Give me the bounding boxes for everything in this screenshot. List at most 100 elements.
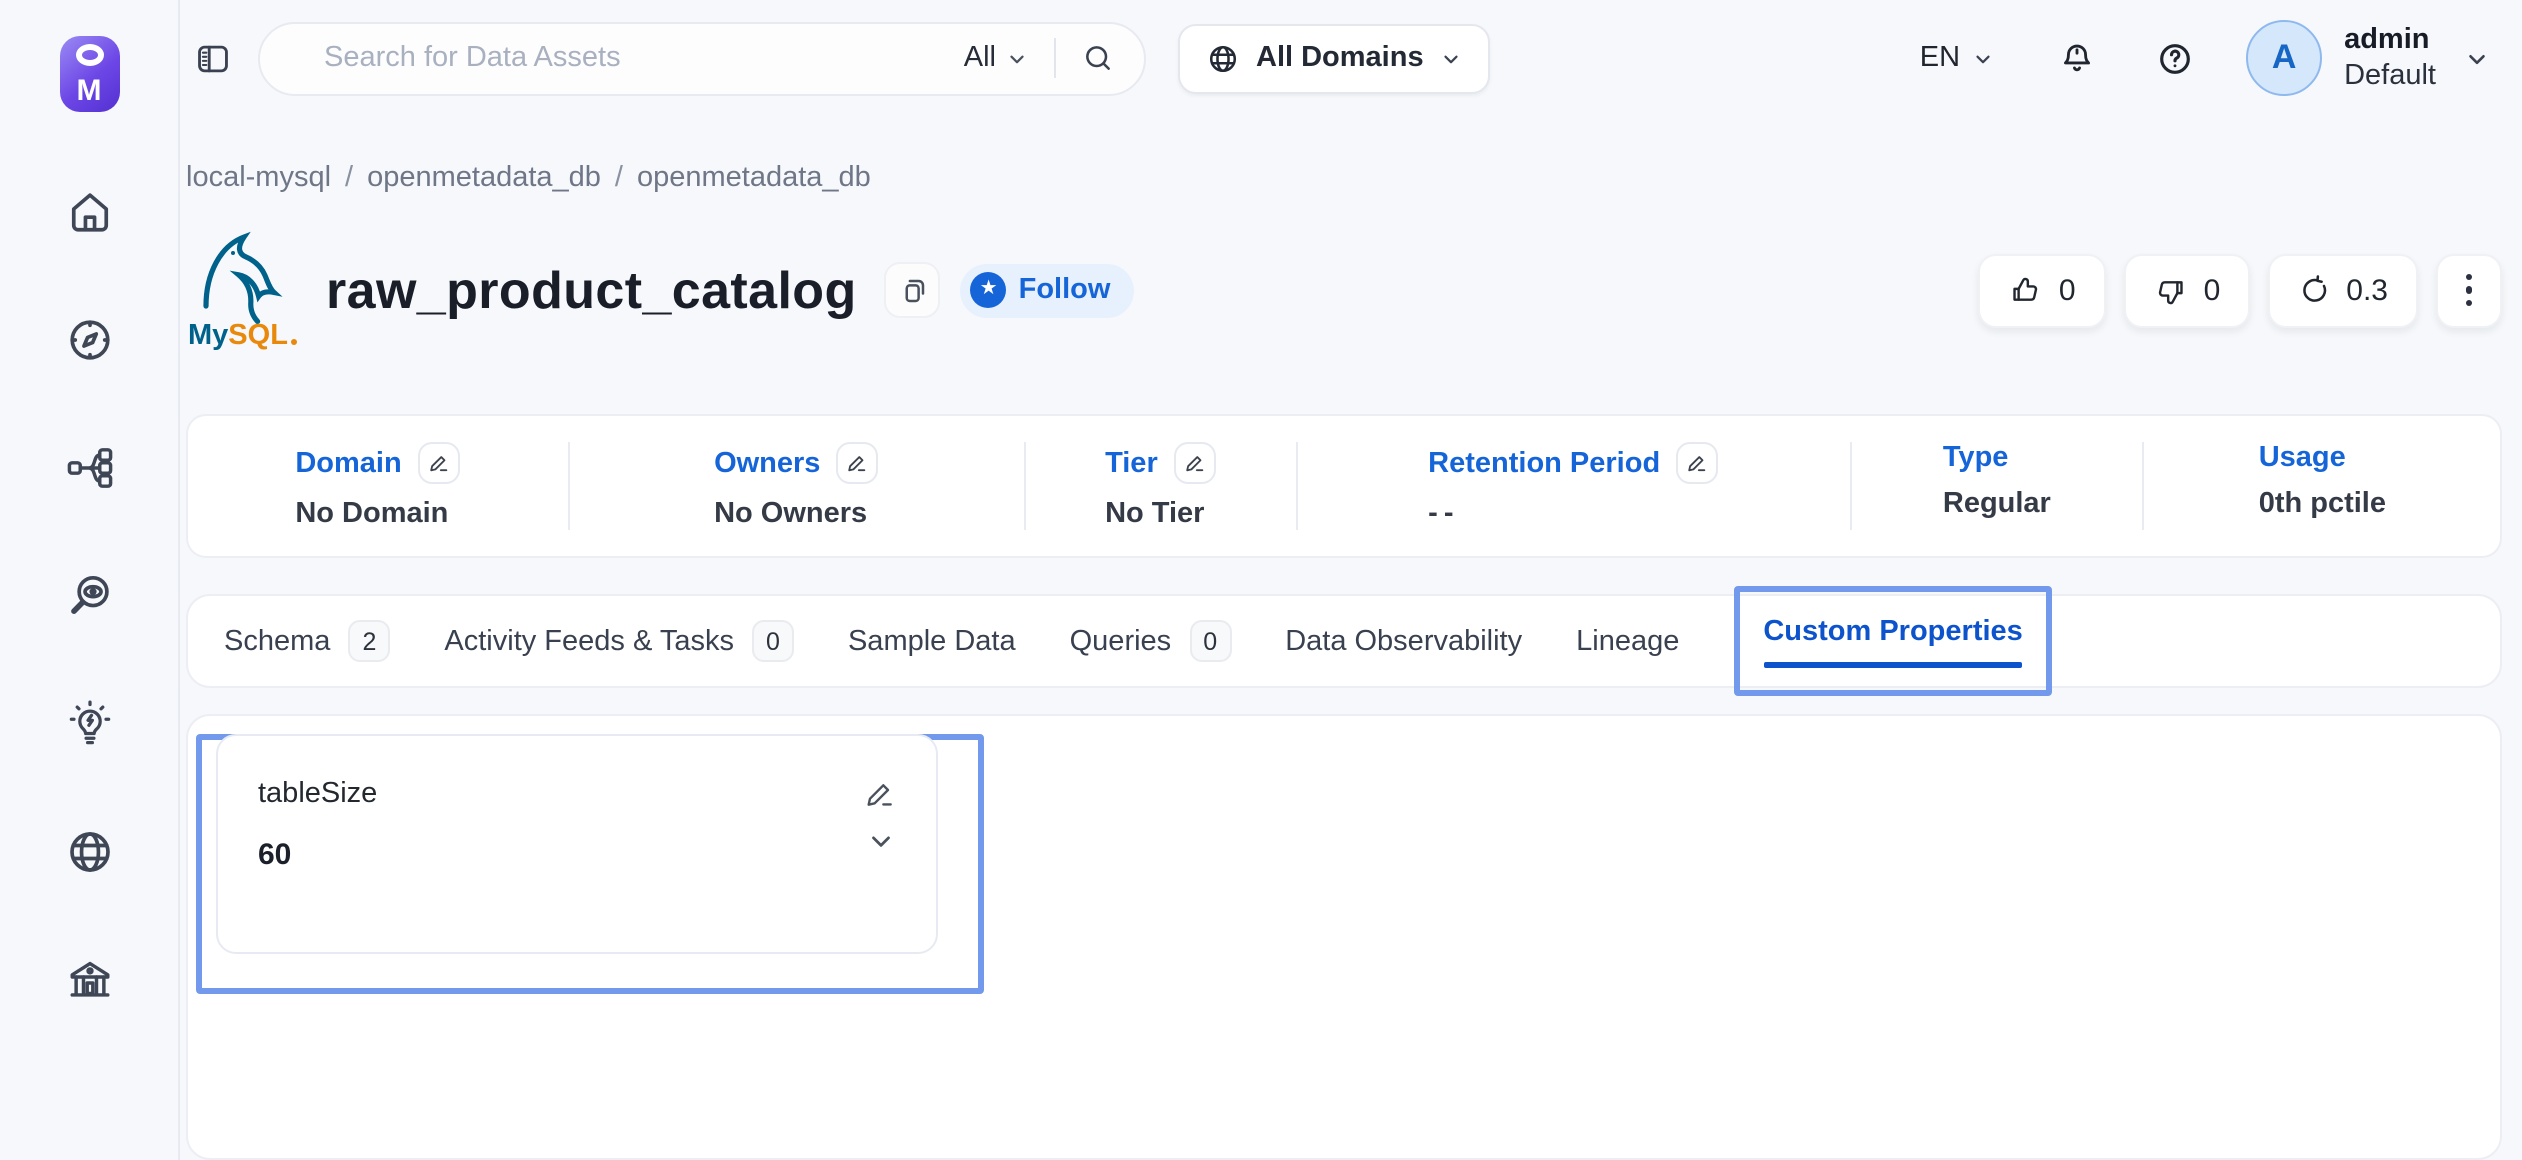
sidebar-nav [63,186,115,1006]
entity-summary-card: Domain No Domain Owners [186,414,2502,558]
copy-name-button[interactable] [885,262,941,318]
tab-data-observability[interactable]: Data Observability [1285,625,1522,657]
upvote-button[interactable]: 0 [1979,253,2106,327]
version-button[interactable]: 0.3 [2268,253,2418,327]
language-label: EN [1920,42,1960,74]
property-name: tableSize [258,778,377,810]
edit-pencil-icon [846,452,868,474]
edit-pencil-icon [1686,452,1708,474]
language-select[interactable]: EN [1920,42,1994,74]
insights-bulb-icon[interactable] [63,698,115,750]
annotation-highlight-box: Custom Properties [1733,586,2052,696]
govern-bank-icon[interactable] [63,954,115,1006]
breadcrumb-database[interactable]: openmetadata_db [367,162,601,194]
search-scope-label: All [964,42,996,74]
owners-label: Owners [714,447,820,479]
domain-value: No Domain [295,498,459,530]
topbar: All All Domains EN [180,0,2522,116]
openmetadata-logo[interactable]: M [59,36,119,112]
user-role: Default [2344,58,2436,94]
page-title: raw_product_catalog [326,259,857,321]
summary-owners: Owners No Owners [567,442,1023,530]
summary-usage: Usage 0th pctile [2143,442,2500,530]
type-label: Type [1943,442,2009,474]
observability-icon[interactable] [63,570,115,622]
tab-badge: 0 [1189,620,1231,662]
chevron-down-icon [1440,47,1462,69]
edit-owners-button[interactable] [836,442,878,484]
edit-domain-button[interactable] [418,442,460,484]
svg-text:MySQL: MySQL [188,319,288,351]
tier-value: No Tier [1105,498,1216,530]
tab-label: Queries [1070,625,1172,657]
upvote-count: 0 [2059,273,2076,307]
chevron-down-icon [1006,47,1028,69]
breadcrumb-separator: / [615,162,623,194]
copy-icon [898,275,928,305]
notifications-bell-icon[interactable] [2058,39,2096,77]
sidebar-toggle-icon[interactable] [194,39,232,77]
chevron-down-icon [1972,47,1994,69]
summary-domain: Domain No Domain [188,442,567,530]
tab-sample-data[interactable]: Sample Data [848,625,1016,657]
tab-lineage[interactable]: Lineage [1576,625,1679,657]
breadcrumb-schema[interactable]: openmetadata_db [637,162,871,194]
usage-value: 0th pctile [2259,488,2386,520]
all-domains-button[interactable]: All Domains [1178,23,1490,93]
tier-label: Tier [1105,447,1158,479]
help-icon[interactable] [2156,39,2194,77]
search-scope-select[interactable]: All [964,42,1028,74]
kebab-dot [2465,273,2472,280]
tab-badge: 2 [348,620,390,662]
edit-property-button[interactable] [864,778,896,810]
summary-tier: Tier No Tier [1023,442,1295,530]
tab-queries[interactable]: Queries 0 [1070,620,1232,662]
thumbs-down-icon [2154,273,2188,307]
home-icon[interactable] [63,186,115,238]
follow-button[interactable]: ★ Follow [961,263,1135,317]
type-value: Regular [1943,488,2051,520]
tab-label: Lineage [1576,625,1679,657]
version-history-icon [2298,274,2330,306]
entity-actions: 0 0 0.3 [1979,253,2502,327]
tab-label: Sample Data [848,625,1016,657]
search-icon[interactable] [1082,42,1114,74]
mysql-wordmark-sql: SQL [228,319,288,351]
tab-activity-feeds[interactable]: Activity Feeds & Tasks 0 [444,620,794,662]
tab-schema[interactable]: Schema 2 [224,620,390,662]
version-number: 0.3 [2346,273,2388,307]
logo-ring [75,44,103,66]
divider [1054,38,1056,78]
edit-pencil-icon [1184,452,1206,474]
edit-tier-button[interactable] [1174,442,1216,484]
user-menu-chevron-icon[interactable] [2464,45,2490,71]
explore-compass-icon[interactable] [63,314,115,366]
active-tab-underline [1763,661,2022,667]
app-window: M [0,0,2522,1160]
tab-custom-properties[interactable]: Custom Properties [1763,615,2022,647]
owners-value: No Owners [714,498,878,530]
property-value: 60 [258,838,291,872]
edit-retention-button[interactable] [1676,442,1718,484]
tab-badge: 0 [752,620,794,662]
breadcrumb: local-mysql / openmetadata_db / openmeta… [186,162,2502,194]
chevron-down-icon [866,826,896,856]
globe-icon [1206,41,1240,75]
thumbs-up-icon [2009,273,2043,307]
more-options-button[interactable] [2436,253,2502,327]
edit-pencil-icon [428,452,450,474]
expand-property-button[interactable] [866,826,896,856]
custom-property-card: tableSize 60 [216,734,938,954]
user-menu[interactable]: admin Default [2344,22,2436,95]
entity-tabbar: Schema 2 Activity Feeds & Tasks 0 Sample… [186,594,2502,688]
breadcrumb-service[interactable]: local-mysql [186,162,331,194]
data-flow-icon[interactable] [63,442,115,494]
domains-globe-icon[interactable] [63,826,115,878]
search-input[interactable] [320,40,964,76]
downvote-button[interactable]: 0 [2124,253,2251,327]
tab-label: Activity Feeds & Tasks [444,625,734,657]
summary-retention: Retention Period -- [1295,442,1849,530]
user-avatar[interactable]: A [2246,20,2322,96]
kebab-dot [2465,300,2472,307]
tab-label: Data Observability [1285,625,1522,657]
